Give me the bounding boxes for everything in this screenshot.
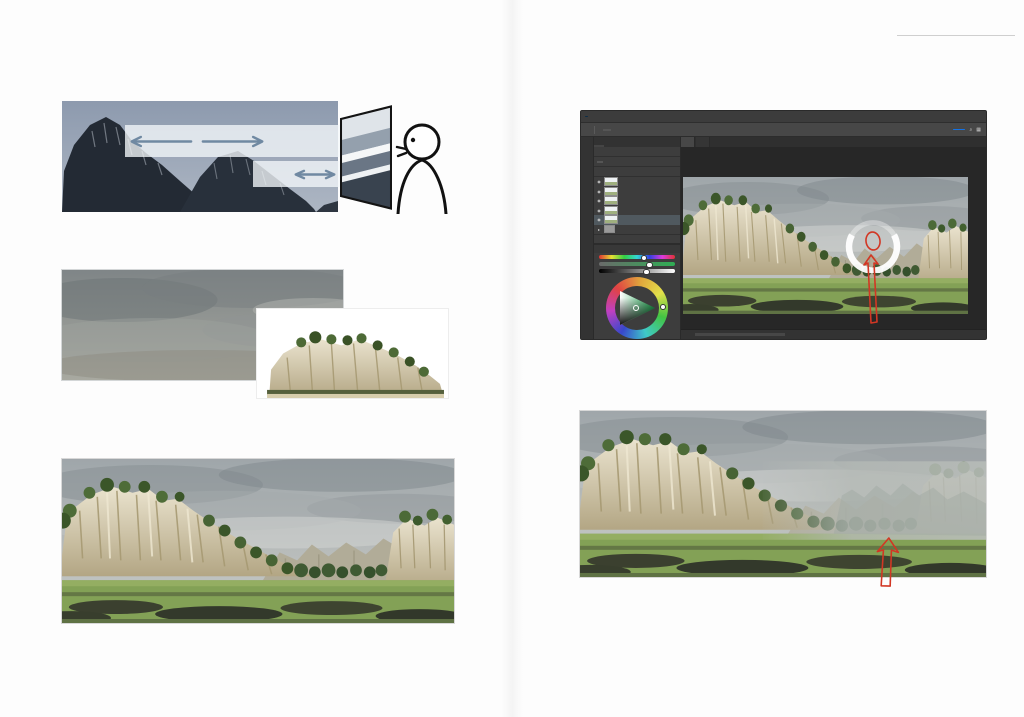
composite-image — [62, 459, 454, 623]
photoshop-screenshot: ⌕ ▦ — [580, 110, 987, 340]
annotation-arrow-up — [873, 536, 903, 589]
blend-mode-select — [597, 161, 603, 163]
blend-mode-row — [594, 157, 680, 167]
share-button — [953, 129, 965, 130]
ps-canvas — [681, 147, 986, 339]
right-arrow-icon — [201, 135, 265, 148]
section-header-rule — [897, 35, 1015, 36]
ps-toolbar — [581, 137, 594, 339]
layer-thumbnail — [604, 215, 618, 224]
gas-layer-band-2 — [253, 161, 341, 187]
layer-thumbnail — [604, 187, 618, 196]
visibility-icon: ◉ — [596, 189, 602, 194]
layers-filter-row — [594, 147, 680, 157]
layer-row: ◉ — [594, 177, 680, 187]
layer-row-selected: ◉ — [594, 215, 680, 225]
visibility-icon: ◉ — [596, 217, 602, 222]
layers-panel: ◉ ◉ ◉ ◉ — [594, 137, 681, 339]
color-panel — [594, 243, 680, 339]
color-panel-tabs — [594, 245, 680, 253]
status-info-bar — [695, 333, 785, 336]
ps-menu-bar — [581, 111, 986, 122]
options-right-cluster: ⌕ ▦ — [953, 127, 981, 133]
search-icon: ⌕ — [969, 127, 972, 133]
color-sliders — [594, 253, 680, 275]
book-spread: ⌕ ▦ — [0, 0, 1024, 717]
visibility-icon: ◉ — [596, 179, 602, 184]
slider-knob — [641, 255, 648, 262]
layer-thumbnail — [604, 206, 618, 215]
photoshop-logo — [585, 116, 588, 117]
composite-image-in-canvas — [683, 177, 968, 314]
hue-slider — [599, 255, 675, 259]
layer-row: ◉ — [594, 196, 680, 206]
double-arrow-icon — [292, 169, 338, 180]
folder-icon — [604, 225, 615, 233]
document-tab-inactive — [696, 137, 710, 147]
sample-size-select — [603, 129, 611, 131]
ps-workspace: ◉ ◉ ◉ ◉ — [581, 137, 986, 339]
color-marker — [633, 305, 639, 311]
workspace-icon: ▦ — [976, 127, 981, 133]
saturation-slider — [599, 262, 675, 266]
visibility-icon: ◉ — [596, 198, 602, 203]
layers-list: ◉ ◉ ◉ ◉ — [594, 177, 680, 234]
color-wheel — [606, 277, 668, 339]
section-separator — [897, 22, 901, 29]
layers-panel-tabrow — [594, 137, 680, 147]
layers-panel-footer-icons — [594, 234, 680, 243]
options-divider — [594, 126, 595, 134]
ps-document-area — [681, 137, 986, 339]
layer-thumbnail — [604, 196, 618, 205]
hue-marker — [660, 304, 666, 310]
page-gutter — [501, 0, 523, 717]
document-tab-active — [681, 137, 695, 147]
ps-status-bar — [681, 329, 986, 339]
section-header — [897, 19, 1015, 29]
viewer-person-figure — [384, 108, 456, 214]
composite-image-with-gas — [580, 411, 986, 577]
slider-knob — [643, 269, 650, 276]
visibility-icon: ◉ — [596, 208, 602, 213]
gas-layer-band — [125, 125, 346, 157]
lock-row — [594, 167, 680, 177]
gas-layer-diagram — [62, 100, 458, 218]
document-tabs — [681, 137, 986, 147]
layer-group-row: ▸ — [594, 225, 680, 235]
layer-thumbnail — [604, 177, 618, 186]
slider-knob — [646, 262, 653, 269]
brightness-slider — [599, 269, 675, 273]
annotation-circle-and-arrow — [851, 227, 891, 327]
group-caret-icon: ▸ — [596, 227, 602, 232]
ps-options-bar: ⌕ ▦ — [581, 122, 986, 137]
layer-row: ◉ — [594, 206, 680, 216]
layer-row: ◉ — [594, 187, 680, 197]
left-arrow-icon — [129, 135, 193, 148]
mountain-cutout-photo — [257, 309, 448, 398]
